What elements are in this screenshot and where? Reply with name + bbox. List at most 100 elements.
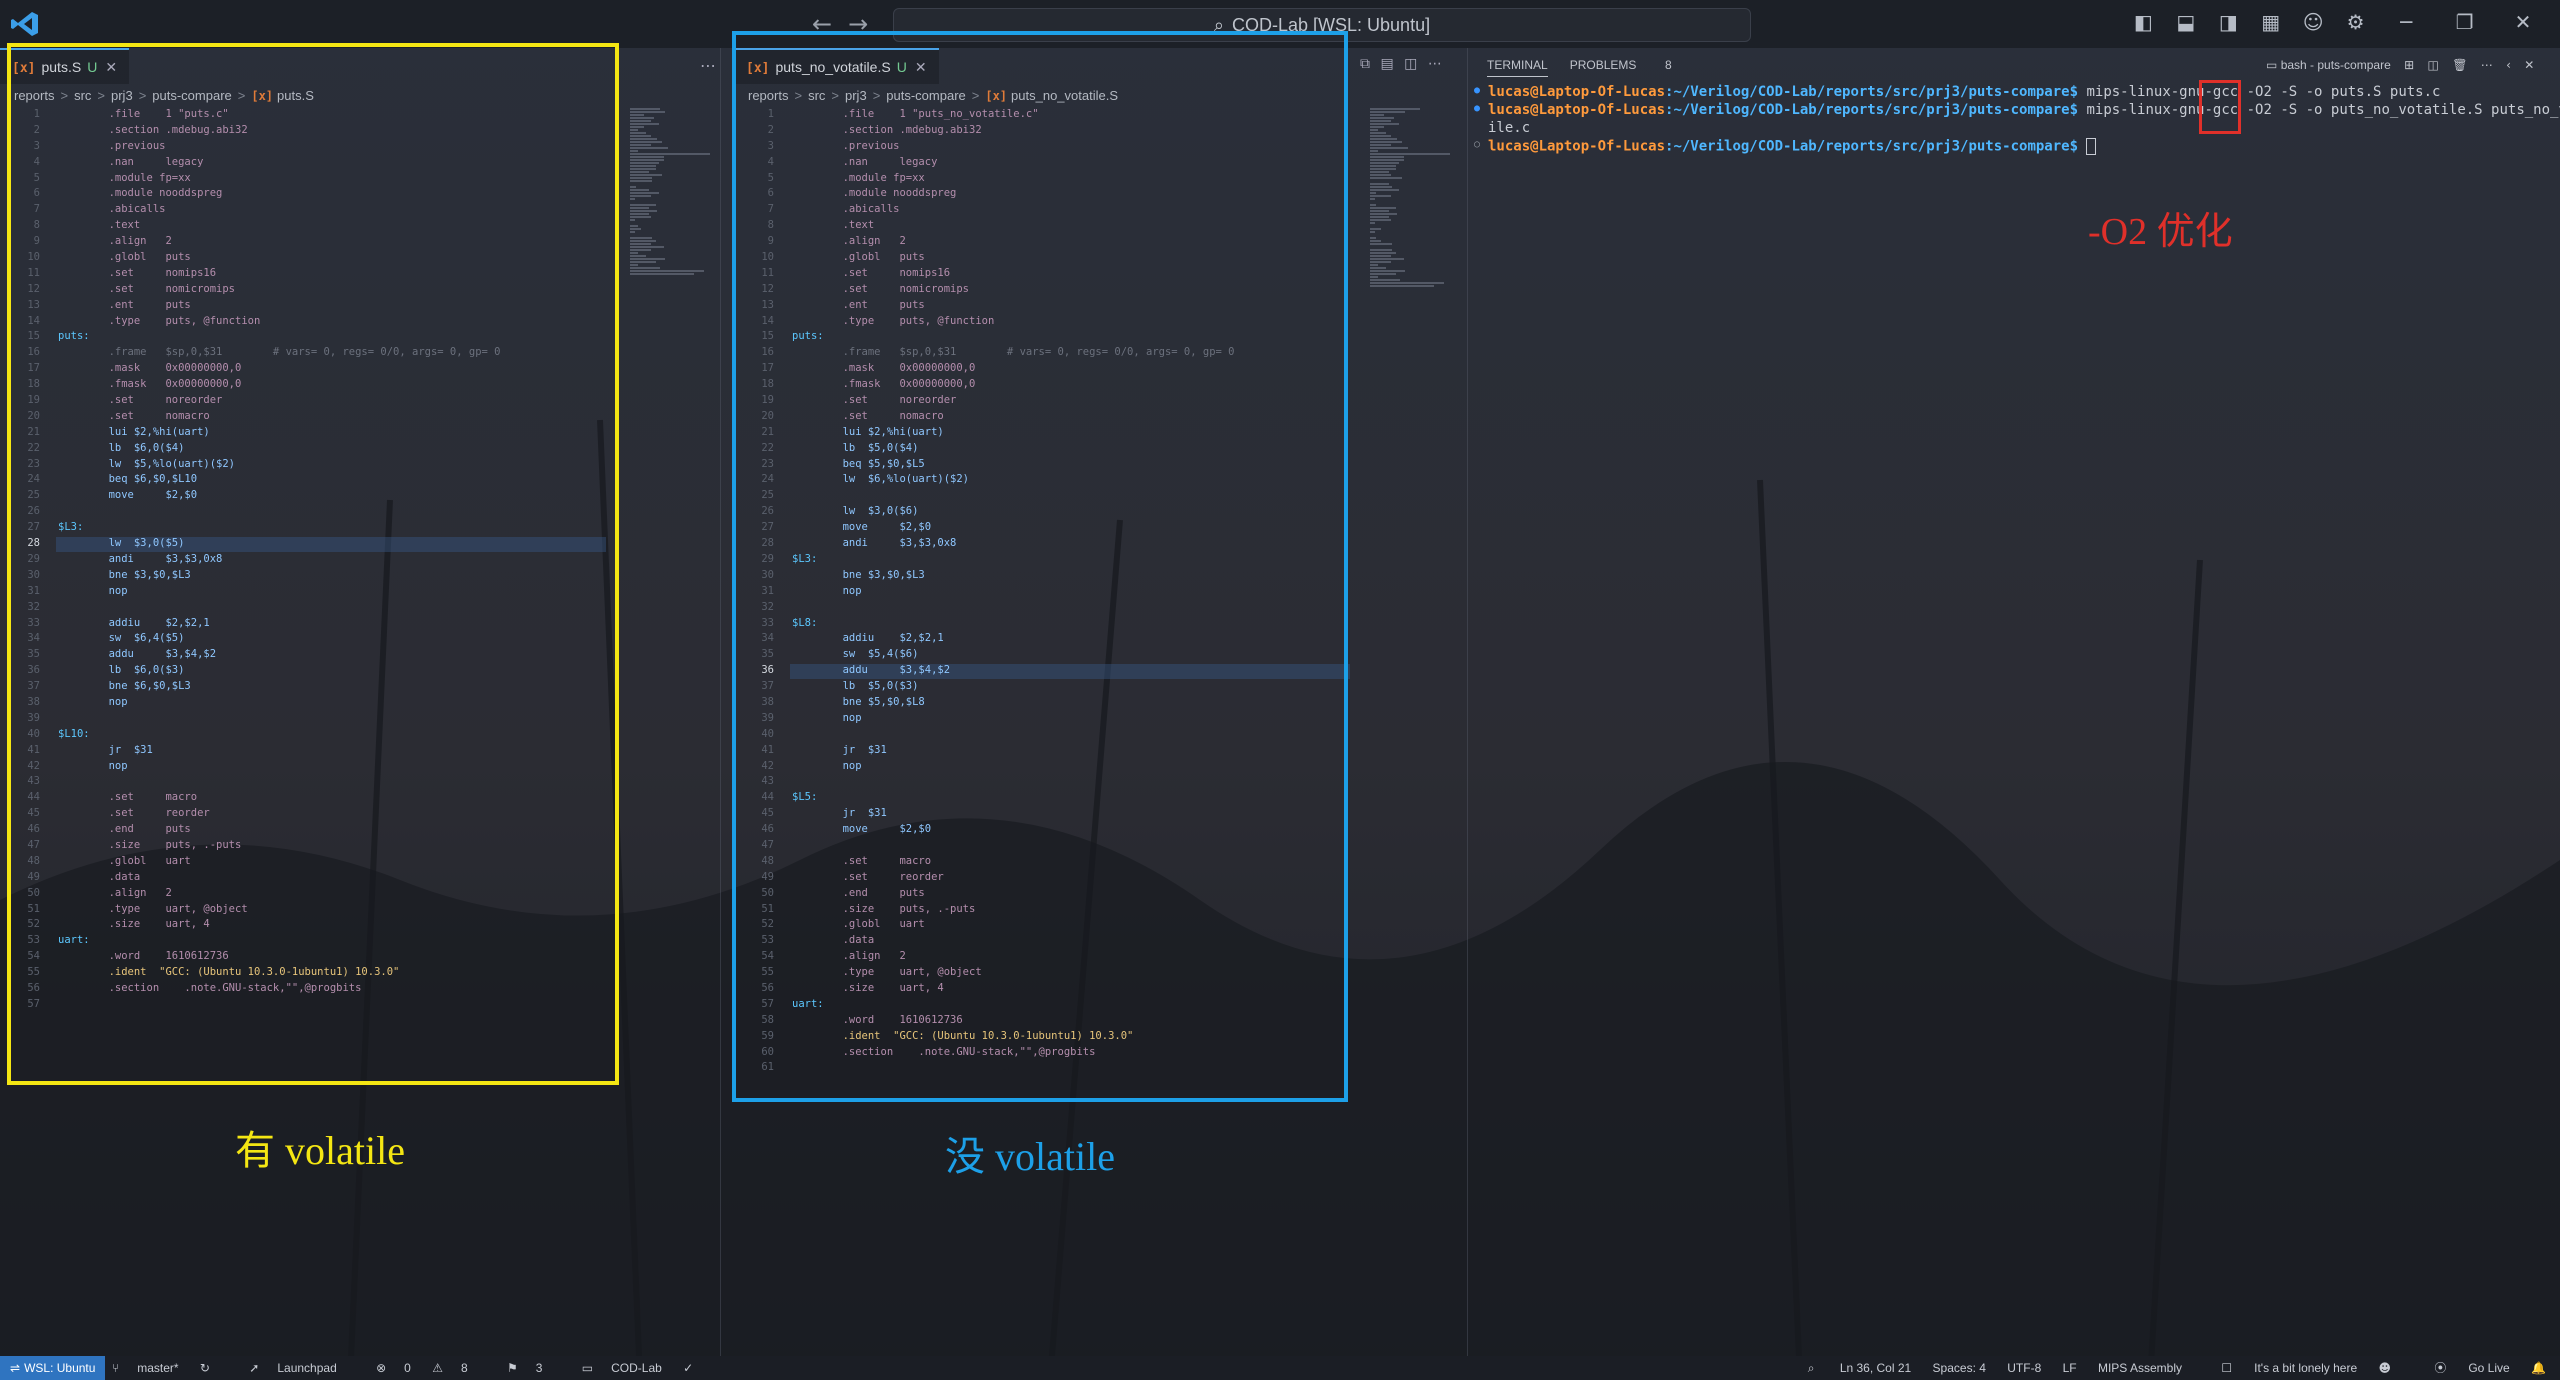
split-terminal-icon[interactable]: ◫ — [2428, 58, 2439, 72]
close-icon[interactable]: ✕ — [2498, 10, 2548, 34]
minimap-line — [1370, 129, 1378, 131]
panel-tabs: TERMINAL PROBLEMS 8 — [1487, 58, 1716, 84]
more-actions-icon[interactable]: ⋯ — [1428, 56, 1442, 72]
more-actions-icon[interactable]: ⋯ — [700, 56, 716, 75]
minimap-line — [1370, 177, 1402, 179]
annotation-blue-box — [732, 31, 1348, 1102]
minimap-line — [1370, 282, 1444, 284]
accounts-icon[interactable]: ☺ — [2296, 10, 2330, 34]
minimap-line — [1370, 126, 1385, 128]
caption-o2-optimization: -O2 优化 — [2088, 211, 2233, 253]
feedback-icon: ☐ — [2221, 1361, 2233, 1375]
launchpad-indicator[interactable]: ➚ Launchpad — [249, 1361, 354, 1375]
minimap-line — [1370, 264, 1378, 266]
editor-group-divider[interactable] — [720, 48, 721, 1358]
minimap-line — [1370, 219, 1391, 221]
command-text — [2078, 139, 2086, 155]
minimap-line — [1370, 213, 1398, 215]
toggle-primary-sidebar-icon[interactable]: ◧ — [2126, 10, 2160, 34]
terminal-shell-label[interactable]: bash - puts-compare — [2281, 58, 2391, 72]
minimap-line — [630, 168, 656, 170]
command-decoration-icon[interactable]: ○ — [1474, 139, 1480, 150]
minimap-line — [630, 243, 651, 245]
command-decoration-icon[interactable]: ● — [1474, 85, 1480, 96]
encoding[interactable]: UTF-8 — [2007, 1361, 2041, 1375]
minimap-line — [630, 138, 658, 140]
open-changes-icon[interactable]: ⧉ — [1360, 56, 1370, 72]
minimap-line — [630, 177, 653, 179]
prompt-path: :~/Verilog/COD-Lab/reports/src/prj3/puts… — [1665, 84, 2079, 100]
minimap-line — [1370, 138, 1398, 140]
remote-label: WSL: Ubuntu — [24, 1361, 96, 1375]
open-preview-icon[interactable]: ▤ — [1380, 56, 1393, 72]
minimap-line — [630, 240, 656, 242]
minimap-line — [1370, 141, 1402, 143]
go-live-button[interactable]: ⦿ Go Live — [2416, 1361, 2509, 1375]
more-actions-icon[interactable]: ⋯ — [2481, 58, 2493, 72]
minimap-line — [1370, 192, 1377, 194]
indentation[interactable]: Spaces: 4 — [1933, 1361, 1986, 1375]
sync-icon[interactable]: ↻ — [200, 1361, 210, 1375]
terminal-cursor — [2086, 138, 2097, 155]
split-editor-icon[interactable]: ◫ — [1404, 56, 1417, 72]
minimap-line — [1370, 261, 1391, 263]
minimap-line — [1370, 243, 1393, 245]
feedback-indicator[interactable]: ☐ It's a bit lonely here — [2203, 1361, 2357, 1375]
ports-indicator[interactable]: ⚑ 3 — [507, 1361, 560, 1375]
zoom-icon[interactable]: ⌕ — [1808, 1361, 1815, 1375]
cursor-position[interactable]: Ln 36, Col 21 — [1840, 1361, 1911, 1375]
broadcast-icon: ⦿ — [2434, 1361, 2447, 1375]
toggle-panel-icon[interactable]: ⬓ — [2169, 10, 2203, 34]
minimap-line — [1370, 237, 1377, 239]
tab-terminal[interactable]: TERMINAL — [1487, 58, 1548, 77]
minimap[interactable] — [1370, 108, 1450, 287]
tab-problems-label: PROBLEMS — [1569, 58, 1637, 72]
minimap-line — [1370, 195, 1391, 197]
terminal-line: ile.c — [1474, 120, 2554, 138]
minimap-line — [630, 117, 654, 119]
remote-indicator[interactable]: ⇌ WSL: Ubuntu — [0, 1356, 106, 1380]
panel-divider[interactable] — [1467, 48, 1468, 1358]
new-terminal-icon[interactable]: ⊞ — [2404, 58, 2414, 72]
minimap-line — [1370, 108, 1420, 110]
vscode-logo-icon — [11, 12, 38, 36]
minimap-line — [630, 153, 710, 155]
error-icon: ⊗ — [376, 1361, 387, 1375]
minimap-line — [1370, 186, 1393, 188]
minimap-line — [1370, 147, 1409, 149]
terminal-line: ● lucas@Laptop-Of-Lucas:~/Verilog/COD-Lab… — [1474, 84, 2554, 102]
minimap[interactable] — [630, 108, 710, 278]
toggle-secondary-sidebar-icon[interactable]: ◨ — [2211, 10, 2245, 34]
minimap-line — [630, 129, 638, 131]
rocket-icon: ➚ — [249, 1361, 260, 1375]
terminal-output[interactable]: ● lucas@Laptop-Of-Lucas:~/Verilog/COD-Lab… — [1474, 84, 2560, 156]
restore-icon[interactable]: ❐ — [2440, 10, 2490, 34]
customize-layout-icon[interactable]: ▦ — [2254, 10, 2288, 34]
close-panel-icon[interactable]: ✕ — [2524, 58, 2534, 72]
copilot-icon[interactable]: ☻ — [2378, 1361, 2391, 1375]
minimap-line — [630, 225, 638, 227]
settings-icon[interactable]: ⚙ — [2339, 10, 2373, 34]
minimap-line — [1370, 279, 1401, 281]
minimap-line — [1370, 231, 1375, 233]
command-decoration-icon[interactable]: ● — [1474, 103, 1480, 114]
end-of-line[interactable]: LF — [2063, 1361, 2077, 1375]
minimap-line — [630, 228, 642, 230]
problems-count-badge: 8 — [1665, 58, 1672, 72]
minimap-line — [630, 270, 704, 272]
tab-problems[interactable]: PROBLEMS 8 — [1570, 58, 1694, 72]
notifications-icon[interactable]: 🔔 — [2531, 1361, 2546, 1375]
minimap-line — [1370, 162, 1399, 164]
minimap-line — [1370, 111, 1406, 113]
branch-indicator[interactable]: ⑂ master* ↻ — [112, 1361, 228, 1375]
workspace-indicator[interactable]: ▭ COD-Lab ✓ — [582, 1361, 711, 1375]
chevron-left-icon[interactable]: ‹ — [2506, 58, 2511, 72]
language-mode[interactable]: MIPS Assembly — [2098, 1361, 2182, 1375]
command-text: mips-linux-gnu-gcc -O2 -S -o puts.S puts… — [2078, 84, 2441, 100]
minimap-line — [1370, 117, 1394, 119]
minimize-icon[interactable]: ─ — [2381, 10, 2431, 34]
minimap-line — [630, 189, 650, 191]
prompt-path: :~/Verilog/COD-Lab/reports/src/prj3/puts… — [1665, 102, 2079, 118]
trash-icon[interactable]: 🗑 — [2452, 58, 2467, 72]
problems-indicator[interactable]: ⊗ 0 ⚠ 8 — [376, 1361, 486, 1375]
